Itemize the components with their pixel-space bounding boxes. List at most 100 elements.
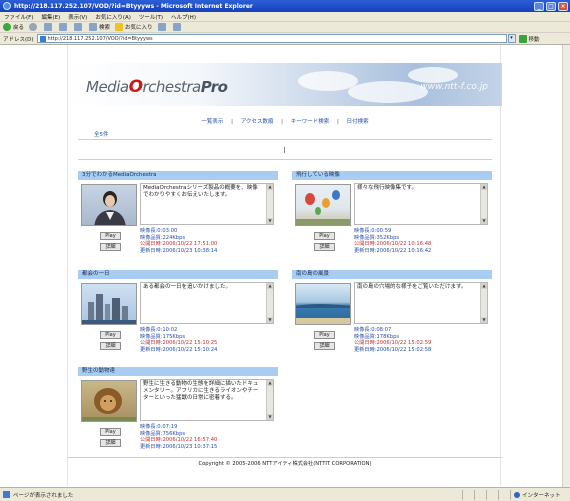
page-content: MediaOrchestraPro www.ntt-f.co.jp 一覧表示 |… (67, 45, 502, 486)
site-banner: MediaOrchestraPro www.ntt-f.co.jp (68, 63, 502, 106)
nav-access-rank[interactable]: アクセス数順 (241, 119, 274, 125)
menu-file[interactable]: ファイル(F) (4, 13, 33, 21)
favorites-star-icon (115, 23, 124, 31)
site-logo[interactable]: MediaOrchestraPro (86, 77, 228, 97)
play-button[interactable]: Play (100, 428, 121, 436)
video-card: 野生の動物達 野生に生きる動物の生態を詳細に描いたドキュメンタリー。アフリカに生… (78, 367, 278, 450)
city-image (82, 294, 136, 324)
main-nav: 一覧表示 | アクセス数順 | キーワード検索 | 日付検索 (201, 119, 369, 125)
video-title[interactable]: 都会の一日 (78, 270, 278, 279)
status-cell (474, 489, 486, 500)
menu-help[interactable]: ヘルプ(H) (171, 13, 196, 21)
scrollbar[interactable]: ▲ ▼ (480, 184, 487, 224)
stop-icon (44, 23, 53, 31)
video-duration: 映像長:0:07:19 (140, 424, 178, 430)
back-button[interactable]: 戻る (3, 23, 24, 31)
search-icon (89, 23, 98, 31)
scrollbar[interactable]: ▲ ▼ (266, 380, 273, 420)
video-thumbnail[interactable] (295, 184, 351, 226)
history-button[interactable] (157, 23, 168, 31)
updated-date: 更新日時:2006/10/22 15:10:24 (140, 347, 218, 354)
favorites-label: お気に入り (125, 25, 153, 31)
video-title[interactable]: 飛行している映像 (292, 171, 492, 180)
presenter-image (94, 191, 126, 225)
video-meta: 映像長:0:03:00 映像品質:224Kbps 公開日時:2006/10/22… (140, 228, 217, 255)
back-arrow-icon (3, 23, 11, 31)
video-title[interactable]: 野生の動物達 (78, 367, 278, 376)
play-button[interactable]: Play (100, 232, 121, 240)
go-label: 移動 (528, 36, 540, 43)
video-card: 都会の一日 ある都会の一日を追いかけました。 ▲ ▼ Play 詳細 映像長:0… (78, 270, 278, 353)
browser-toolbar: 戻る 検索 お気に入り (0, 22, 570, 33)
status-cell (462, 489, 474, 500)
address-bar: アドレス(D) http://218.117.252.107/VOD/?id=B… (0, 33, 570, 45)
refresh-button[interactable] (59, 23, 69, 31)
video-title[interactable]: 南の島の風景 (292, 270, 492, 279)
window-title: http://218.117.252.107/VOD/?id=Btyyyws -… (14, 2, 253, 10)
page-viewport: MediaOrchestraPro www.ntt-f.co.jp 一覧表示 |… (0, 45, 570, 487)
logo-pro: Pro (200, 78, 228, 96)
menu-view[interactable]: 表示(V) (68, 13, 87, 21)
video-thumbnail[interactable] (295, 283, 351, 325)
description-text: 様々な飛行映像集です。 (357, 185, 417, 191)
video-meta: 映像長:0:08:07 映像品質:178Kbps 公開日時:2006/10/22… (354, 327, 431, 354)
search-button[interactable]: 検索 (89, 23, 110, 31)
security-zone[interactable]: インターネット (510, 489, 570, 500)
detail-button[interactable]: 詳細 (314, 243, 335, 251)
video-description: 南の島の穴場的な様子をご覧いただけます。 ▲ ▼ (354, 282, 488, 324)
minimize-button[interactable]: _ (534, 1, 544, 11)
detail-button[interactable]: 詳細 (100, 342, 121, 350)
video-card: 飛行している映像 様々な飛行映像集です。 ▲ ▼ Play 詳細 映像長:0:0… (292, 171, 492, 254)
close-button[interactable]: × (558, 1, 568, 11)
video-description: 様々な飛行映像集です。 ▲ ▼ (354, 183, 488, 225)
menu-favorites[interactable]: お気に入り(A) (95, 13, 131, 21)
address-input[interactable]: http://218.117.252.107/VOD/?id=Btyyyws (36, 34, 507, 43)
detail-button[interactable]: 詳細 (100, 439, 121, 447)
home-button[interactable] (74, 23, 84, 31)
video-description: ある都会の一日を追いかけました。 ▲ ▼ (140, 282, 274, 324)
play-button[interactable]: Play (314, 232, 335, 240)
menu-bar: ファイル(F) 編集(E) 表示(V) お気に入り(A) ツール(T) ヘルプ(… (0, 12, 570, 22)
stop-button[interactable] (44, 23, 54, 31)
play-button[interactable]: Play (314, 331, 335, 339)
forward-button[interactable] (29, 23, 39, 31)
logo-o-mark: O (128, 77, 143, 97)
address-dropdown-button[interactable]: ▾ (507, 34, 516, 43)
video-thumbnail[interactable] (81, 184, 137, 226)
status-text: ページが表示されました (13, 492, 74, 499)
status-cell (498, 489, 510, 500)
logo-orchestra: rchestra (142, 78, 202, 96)
menu-edit[interactable]: 編集(E) (41, 13, 60, 21)
scrollbar[interactable]: ▲ ▼ (266, 283, 273, 323)
maximize-button[interactable]: □ (546, 1, 556, 11)
video-thumbnail[interactable] (81, 380, 137, 422)
site-url: www.ntt-f.co.jp (420, 82, 488, 92)
scrollbar[interactable]: ▲ ▼ (266, 184, 273, 224)
result-count: 全5件 (94, 132, 109, 138)
logo-media: Media (86, 78, 129, 96)
nav-date-search[interactable]: 日付検索 (347, 119, 369, 125)
favorites-button[interactable]: お気に入り (115, 23, 153, 31)
forward-arrow-icon (29, 23, 38, 31)
separator-mark (284, 147, 285, 153)
nav-keyword-search[interactable]: キーワード検索 (291, 119, 330, 125)
history-icon (157, 23, 166, 31)
mail-button[interactable] (172, 23, 183, 31)
video-meta: 映像長:0:00:59 映像品質:352Kbps 公開日時:2006/10/22… (354, 228, 431, 255)
page-scrollbar[interactable] (562, 45, 570, 487)
detail-button[interactable]: 詳細 (314, 342, 335, 350)
video-duration: 映像長:0:00:59 (354, 228, 392, 234)
scrollbar[interactable]: ▲ ▼ (480, 283, 487, 323)
nav-list[interactable]: 一覧表示 (201, 119, 223, 125)
video-title[interactable]: 3分でわかるMediaOrchestra (78, 171, 278, 180)
video-meta: 映像長:0:07:19 映像品質:756Kbps 公開日時:2006/10/22… (140, 424, 217, 451)
window-titlebar: http://218.117.252.107/VOD/?id=Btyyyws -… (0, 0, 570, 12)
menu-tools[interactable]: ツール(T) (139, 13, 163, 21)
video-meta: 映像長:0:10:02 映像品質:175Kbps 公開日時:2006/10/22… (140, 327, 217, 354)
address-url: http://218.117.252.107/VOD/?id=Btyyyws (47, 35, 153, 42)
address-label: アドレス(D) (3, 36, 34, 43)
video-thumbnail[interactable] (81, 283, 137, 325)
play-button[interactable]: Play (100, 331, 121, 339)
detail-button[interactable]: 詳細 (100, 243, 121, 251)
go-button[interactable]: 移動 (518, 34, 540, 43)
